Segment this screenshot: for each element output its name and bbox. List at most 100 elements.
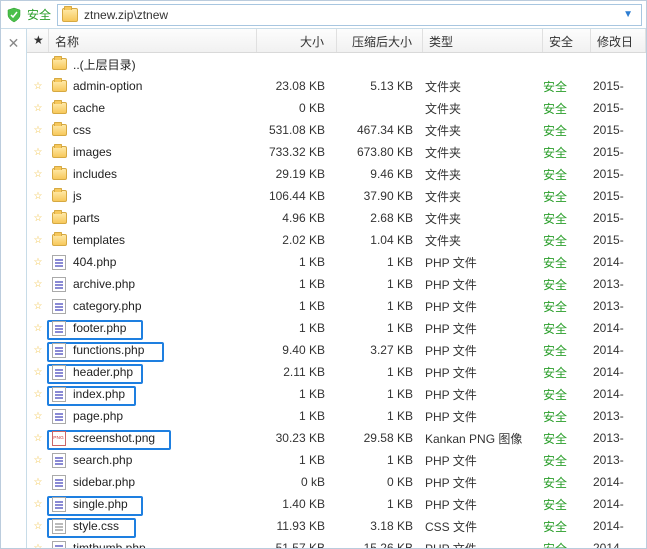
- col-star[interactable]: ★: [27, 29, 49, 52]
- safe-cell: 安全: [543, 232, 591, 249]
- comp-cell: 29.58 KB: [337, 431, 423, 445]
- comp-cell: 15.26 KB: [337, 541, 423, 548]
- star-cell: ☆: [27, 323, 49, 334]
- safe-cell: 安全: [543, 430, 591, 447]
- star-cell: ☆: [27, 411, 49, 422]
- mod-cell: 2013-: [591, 453, 646, 467]
- file-name: sidebar.php: [73, 475, 135, 489]
- file-row[interactable]: ☆css531.08 KB467.34 KB文件夹安全2015-: [27, 119, 646, 141]
- safe-cell: 安全: [543, 342, 591, 359]
- path-input[interactable]: ztnew.zip\ztnew ▼: [57, 4, 642, 26]
- parent-dir-row[interactable]: ..(上层目录): [27, 53, 646, 75]
- size-cell: 733.32 KB: [257, 145, 337, 159]
- size-cell: 2.11 KB: [257, 365, 337, 379]
- folder-icon: [51, 232, 67, 248]
- file-name: single.php: [73, 497, 128, 511]
- name-cell: search.php: [49, 452, 257, 468]
- php-icon: [51, 408, 67, 424]
- file-name: 404.php: [73, 255, 116, 269]
- close-icon[interactable]: ✕: [8, 35, 20, 548]
- type-cell: PHP 文件: [423, 254, 543, 271]
- file-name: templates: [73, 233, 125, 247]
- type-cell: PHP 文件: [423, 386, 543, 403]
- file-list: ★ 名称 大小 压缩后大小 类型 安全 修改日 ..(上层目录)☆admin-o…: [27, 29, 646, 548]
- star-cell: ☆: [27, 345, 49, 356]
- safe-cell: 安全: [543, 386, 591, 403]
- file-row[interactable]: ☆functions.php9.40 KB3.27 KBPHP 文件安全2014…: [27, 339, 646, 361]
- comp-cell: 467.34 KB: [337, 123, 423, 137]
- type-cell: 文件夹: [423, 232, 543, 249]
- php-icon: [51, 342, 67, 358]
- file-row[interactable]: ☆index.php1 KB1 KBPHP 文件安全2014-: [27, 383, 646, 405]
- col-compressed[interactable]: 压缩后大小: [337, 29, 423, 52]
- star-cell: ☆: [27, 279, 49, 290]
- col-safety[interactable]: 安全: [543, 29, 591, 52]
- type-cell: PHP 文件: [423, 298, 543, 315]
- dropdown-icon[interactable]: ▼: [619, 9, 637, 20]
- file-row[interactable]: ☆404.php1 KB1 KBPHP 文件安全2014-: [27, 251, 646, 273]
- comp-cell: 5.13 KB: [337, 79, 423, 93]
- file-name: admin-option: [73, 79, 142, 93]
- file-row[interactable]: ☆single.php1.40 KB1 KBPHP 文件安全2014-: [27, 493, 646, 515]
- name-cell: functions.php: [49, 342, 257, 358]
- shield-icon: [5, 6, 23, 24]
- file-row[interactable]: ☆templates2.02 KB1.04 KB文件夹安全2015-: [27, 229, 646, 251]
- file-name: footer.php: [73, 321, 126, 335]
- star-cell: ☆: [27, 521, 49, 532]
- file-row[interactable]: ☆archive.php1 KB1 KBPHP 文件安全2013-: [27, 273, 646, 295]
- comp-cell: 1 KB: [337, 365, 423, 379]
- name-cell: archive.php: [49, 276, 257, 292]
- file-row[interactable]: ☆cache0 KB文件夹安全2015-: [27, 97, 646, 119]
- type-cell: Kankan PNG 图像: [423, 430, 543, 447]
- name-cell: single.php: [49, 496, 257, 512]
- php-icon: [51, 276, 67, 292]
- size-cell: 4.96 KB: [257, 211, 337, 225]
- safe-cell: 安全: [543, 298, 591, 315]
- css-icon: [51, 518, 67, 534]
- file-row[interactable]: ☆admin-option23.08 KB5.13 KB文件夹安全2015-: [27, 75, 646, 97]
- file-row[interactable]: ☆style.css11.93 KB3.18 KBCSS 文件安全2014-: [27, 515, 646, 537]
- file-row[interactable]: ☆includes29.19 KB9.46 KB文件夹安全2015-: [27, 163, 646, 185]
- col-name[interactable]: 名称: [49, 29, 257, 52]
- file-row[interactable]: ☆footer.php1 KB1 KBPHP 文件安全2014-: [27, 317, 646, 339]
- file-row[interactable]: ☆sidebar.php0 kB0 KBPHP 文件安全2014-: [27, 471, 646, 493]
- name-cell: index.php: [49, 386, 257, 402]
- comp-cell: 0 KB: [337, 475, 423, 489]
- file-row[interactable]: ☆header.php2.11 KB1 KBPHP 文件安全2014-: [27, 361, 646, 383]
- type-cell: PHP 文件: [423, 540, 543, 549]
- file-row[interactable]: ☆search.php1 KB1 KBPHP 文件安全2013-: [27, 449, 646, 471]
- file-name: timthumb.php: [73, 541, 146, 548]
- type-cell: PHP 文件: [423, 320, 543, 337]
- col-type[interactable]: 类型: [423, 29, 543, 52]
- safe-cell: 安全: [543, 100, 591, 117]
- mod-cell: 2015-: [591, 123, 646, 137]
- mod-cell: 2013-: [591, 299, 646, 313]
- file-row[interactable]: ☆images733.32 KB673.80 KB文件夹安全2015-: [27, 141, 646, 163]
- file-row[interactable]: ☆category.php1 KB1 KBPHP 文件安全2013-: [27, 295, 646, 317]
- file-row[interactable]: ☆parts4.96 KB2.68 KB文件夹安全2015-: [27, 207, 646, 229]
- star-cell: ☆: [27, 477, 49, 488]
- file-name: includes: [73, 167, 117, 181]
- file-name: ..(上层目录): [73, 56, 136, 73]
- name-cell: parts: [49, 210, 257, 226]
- file-row[interactable]: ☆js106.44 KB37.90 KB文件夹安全2015-: [27, 185, 646, 207]
- file-row[interactable]: ☆screenshot.png30.23 KB29.58 KBKankan PN…: [27, 427, 646, 449]
- col-modified[interactable]: 修改日: [591, 29, 646, 52]
- safe-cell: 安全: [543, 518, 591, 535]
- safe-cell: 安全: [543, 254, 591, 271]
- name-cell: category.php: [49, 298, 257, 314]
- file-name: images: [73, 145, 112, 159]
- file-row[interactable]: ☆timthumb.php51.57 KB15.26 KBPHP 文件安全201…: [27, 537, 646, 548]
- mod-cell: 2015-: [591, 79, 646, 93]
- star-cell: ☆: [27, 191, 49, 202]
- type-cell: 文件夹: [423, 166, 543, 183]
- php-icon: [51, 452, 67, 468]
- col-size[interactable]: 大小: [257, 29, 337, 52]
- size-cell: 0 KB: [257, 101, 337, 115]
- comp-cell: 1 KB: [337, 387, 423, 401]
- file-row[interactable]: ☆page.php1 KB1 KBPHP 文件安全2013-: [27, 405, 646, 427]
- php-icon: [51, 386, 67, 402]
- size-cell: 1 KB: [257, 387, 337, 401]
- star-cell: ☆: [27, 543, 49, 549]
- size-cell: 1.40 KB: [257, 497, 337, 511]
